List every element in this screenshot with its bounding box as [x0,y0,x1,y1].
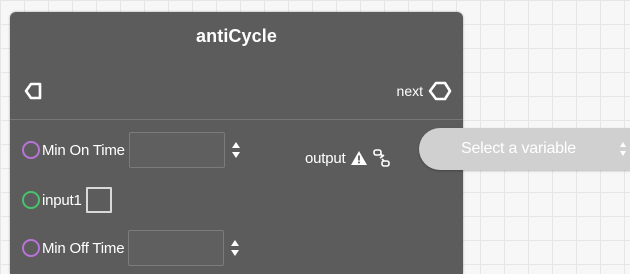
min-off-time-label: Min Off Time [42,239,125,257]
stepper-up-icon[interactable] [231,240,240,246]
min-on-time-stepper[interactable] [231,140,241,160]
stepper-up-icon[interactable] [231,142,240,148]
input1-checkbox[interactable] [85,187,112,213]
output-row: output [305,148,392,168]
link-chain-icon[interactable] [372,148,392,168]
output-label: output [305,149,346,167]
flow-out-port-icon[interactable] [427,80,453,102]
node-anticycle[interactable]: antiCycle next Min On Time input1 Min Of… [10,12,463,274]
min-off-time-port-icon[interactable] [22,239,40,257]
input-input1-row: input1 [10,184,112,216]
input1-port-icon[interactable] [22,191,40,209]
variable-select[interactable]: Select a variable [419,128,630,170]
next-label: next [396,83,423,99]
next-port[interactable]: next [397,80,453,102]
input-min-on-time-row: Min On Time [10,132,241,168]
min-off-time-input[interactable] [128,230,225,266]
stepper-down-icon[interactable] [231,250,240,256]
chevron-updown-icon[interactable] [619,139,629,159]
min-on-time-port-icon[interactable] [22,141,40,159]
min-on-time-input[interactable] [128,132,225,168]
input1-label: input1 [42,191,82,209]
input-min-off-time-row: Min Off Time [10,230,240,266]
node-divider [10,119,463,120]
flow-in-port-icon[interactable] [22,80,44,102]
min-off-time-stepper[interactable] [230,238,240,258]
warning-triangle-icon [350,151,367,165]
variable-select-placeholder: Select a variable [461,140,576,157]
node-title: antiCycle [196,26,277,46]
stepper-down-icon[interactable] [231,152,240,158]
flow-port-row: next [10,78,463,104]
min-on-time-label: Min On Time [42,141,125,159]
